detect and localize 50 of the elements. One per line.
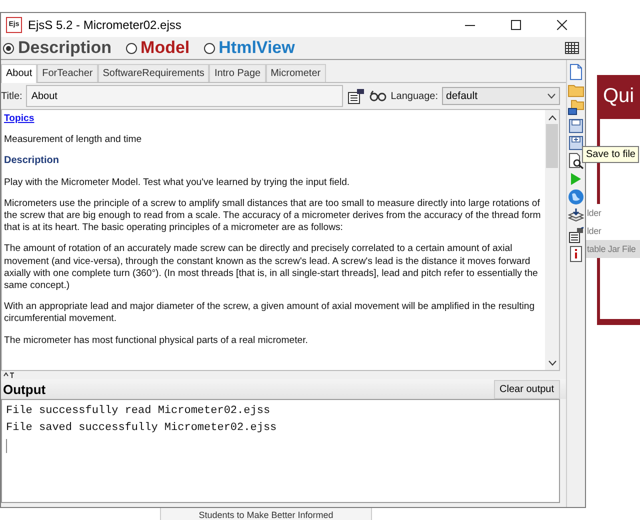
tab[interactable]: SoftwareRequirements <box>98 64 210 82</box>
radio-icon[interactable] <box>204 42 215 54</box>
info-icon[interactable] <box>570 246 582 262</box>
globe-icon[interactable] <box>568 190 584 204</box>
radio-icon[interactable] <box>3 42 14 54</box>
install-icon[interactable] <box>568 208 584 222</box>
scroll-down-icon[interactable] <box>548 360 556 366</box>
scrollbar[interactable] <box>545 110 559 370</box>
text-cursor <box>6 439 7 453</box>
language-dropdown[interactable]: default <box>442 87 560 105</box>
tab[interactable]: About <box>1 64 38 83</box>
maximize-icon <box>511 20 521 30</box>
console-line: File successfully read Micrometer02.ejss <box>6 404 272 419</box>
tab[interactable]: Micrometer <box>266 64 326 82</box>
tab[interactable]: ForTeacher <box>37 64 98 82</box>
close-icon <box>557 20 567 30</box>
paragraph: With an appropriate lead and major diameter of the screw, a given amount of axial movement will be amplified in the resulting circumferential movement. <box>4 301 536 326</box>
field-label: Title: <box>1 90 22 102</box>
paragraph: Measurement of length and time <box>4 134 143 146</box>
field-label: Language: <box>390 90 438 102</box>
tab[interactable]: Intro Page <box>209 64 266 82</box>
mode-label: HtmlView <box>218 38 295 58</box>
tooltip: Save to file <box>582 146 640 163</box>
paragraph: Micrometers use the principle of a screw to amplify small distances that are too small to measure directly into large rotations of the screw that are big enough to read from a scale. The accuracy of a micrometer derives from the accuracy of the thread form that is at its heart. The basic operating principles of a micrometer are as follows: <box>4 198 542 234</box>
banner-text: Qui <box>603 85 634 108</box>
chevron-down-icon <box>548 94 556 99</box>
paragraph: Play with the Micrometer Model. Test what you've learned by trying the input field. <box>4 176 351 189</box>
title-field[interactable]: About <box>26 85 343 107</box>
mode-radio[interactable]: Model <box>126 38 190 58</box>
package-icon[interactable] <box>569 227 584 243</box>
panel-title: Output <box>2 382 46 396</box>
folder-icon[interactable] <box>568 100 584 115</box>
topics-link[interactable]: Topics <box>4 113 542 126</box>
minimize-icon <box>465 25 475 26</box>
splitter-arrows-icon[interactable] <box>4 372 14 378</box>
paragraph: The amount of rotation of an accurately made screw can be directly and precisely correlated to a certain amount of axial movement (and vice-versa), through the constant known as the screw's lead. A screw's lead is the distance it moves forward axially with one complete turn (360°). (In most threads [that is, in all single-start threads], lead and pitch refer to essentially the same concept.) <box>4 243 539 292</box>
mode-label: Model <box>140 38 190 58</box>
glasses-icon[interactable] <box>370 90 386 102</box>
console-line: File saved successfully Micrometer02.ejss <box>6 421 278 436</box>
paragraph: The micrometer has most functional physical parts of a real micrometer. <box>4 334 309 347</box>
clipboard-icon[interactable] <box>348 89 364 104</box>
window-title: EjsS 5.2 - Micrometer02.ejss <box>28 18 182 32</box>
mode-radio[interactable]: HtmlView <box>204 38 295 58</box>
radio-icon[interactable] <box>126 42 137 54</box>
clear-output-button[interactable]: Clear output <box>494 380 560 398</box>
grid-icon[interactable] <box>565 42 579 54</box>
section-heading: Description <box>4 155 60 168</box>
scrollbar-thumb[interactable] <box>546 124 558 168</box>
scroll-up-icon[interactable] <box>548 115 556 120</box>
new-document-icon[interactable] <box>570 64 582 80</box>
